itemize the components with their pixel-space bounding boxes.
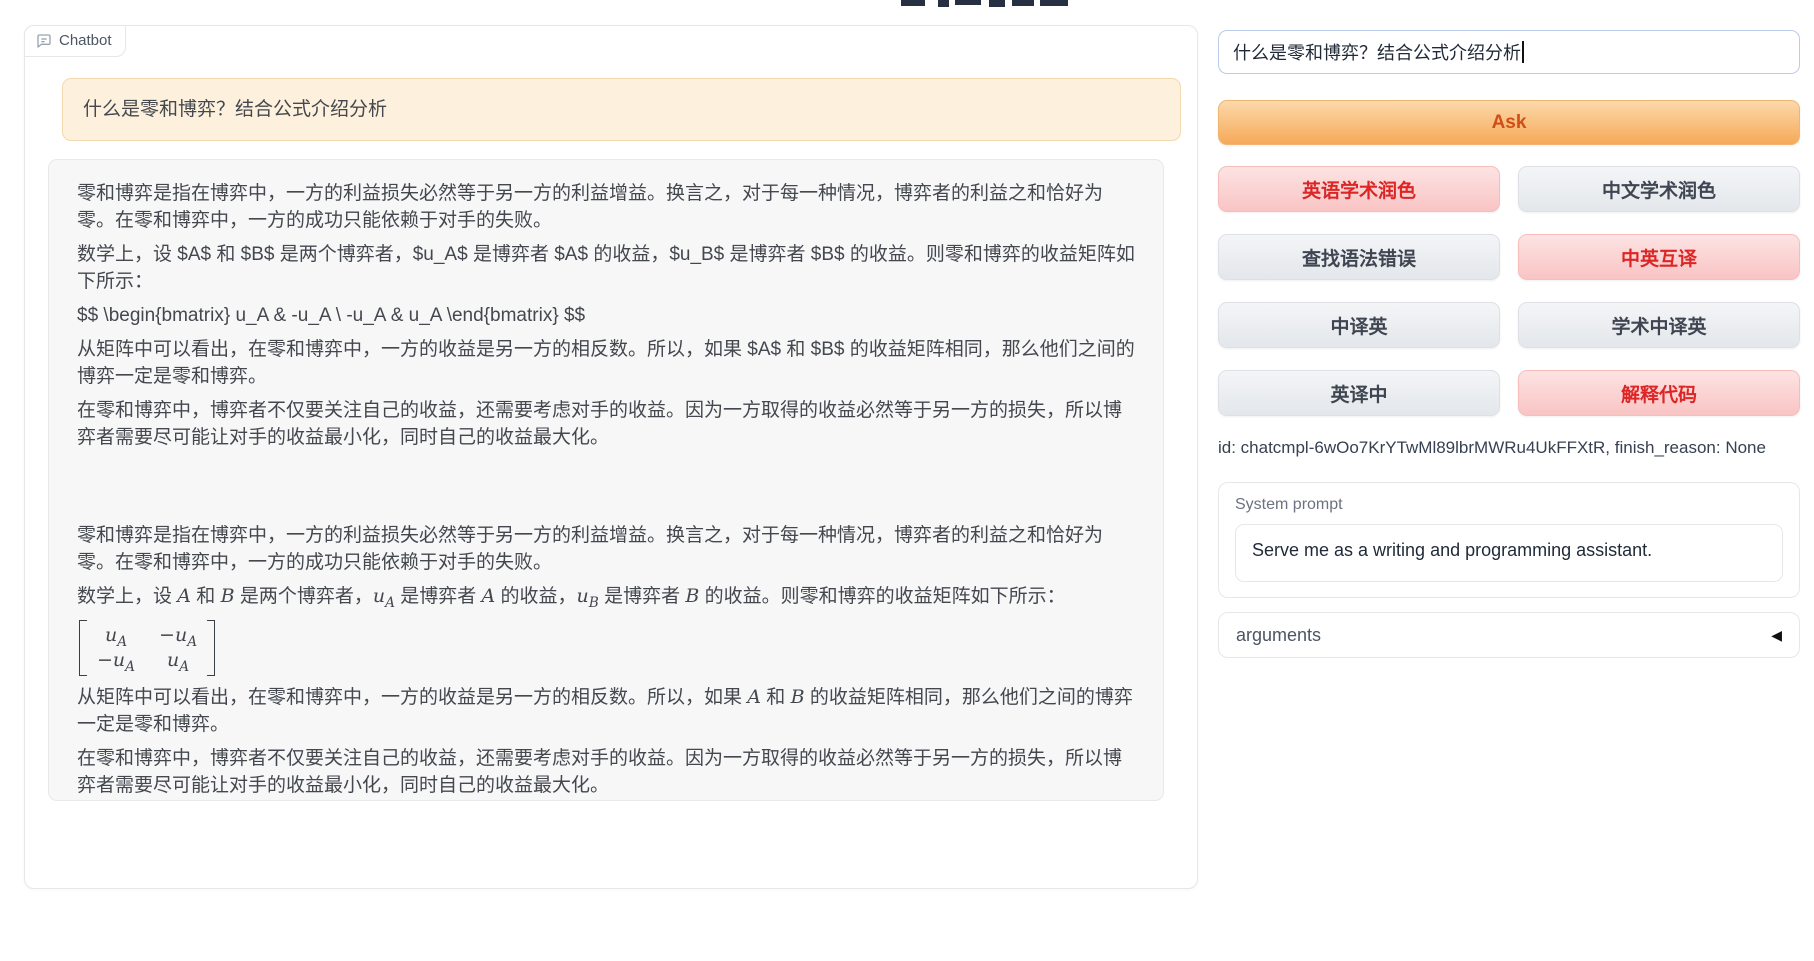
quick-action-explain-code[interactable]: 解释代码 (1518, 370, 1800, 416)
matrix-cell-r1c2: −uA (159, 623, 197, 648)
bot-formula-raw-latex: $$ \begin{bmatrix} u_A & -u_A \ -u_A & u… (77, 302, 1135, 329)
quick-action-zh-to-en[interactable]: 中译英 (1218, 302, 1500, 348)
blank-line-spacer (77, 458, 1135, 522)
response-status-line: id: chatcmpl-6wOo7KrYTwMl89lbrMWRu4UkFFX… (1218, 438, 1800, 458)
matrix-cell-r1c1: uA (97, 623, 135, 648)
system-prompt-card: System prompt Serve me as a writing and … (1218, 482, 1800, 598)
user-message-bubble: 什么是零和博弈？结合公式介绍分析 (62, 78, 1181, 141)
matrix-cell-r2c1: −uA (97, 648, 135, 673)
bot-paragraph-3-raw-latex: 从矩阵中可以看出，在零和博弈中，一方的收益是另一方的相反数。所以，如果 $A$ … (77, 336, 1135, 390)
arguments-accordion-label: arguments (1236, 625, 1321, 646)
matrix-right-bracket (207, 620, 215, 676)
speech-bubble-icon (36, 33, 52, 49)
bot-paragraph-2-raw-latex: 数学上，设 $A$ 和 $B$ 是两个博弈者，$u_A$ 是博弈者 $A$ 的收… (77, 241, 1135, 295)
question-input-value: 什么是零和博弈？结合公式介绍分析 (1233, 39, 1521, 65)
question-input[interactable]: 什么是零和博弈？结合公式介绍分析 (1218, 30, 1800, 74)
bot-paragraph-4: 在零和博弈中，博弈者不仅要关注自己的收益，还需要考虑对手的收益。因为一方取得的收… (77, 397, 1135, 451)
accordion-collapsed-caret-icon: ◀ (1771, 627, 1782, 644)
system-prompt-input[interactable]: Serve me as a writing and programming as… (1235, 524, 1783, 582)
system-prompt-label: System prompt (1235, 496, 1783, 514)
bot-message-bubble: 零和博弈是指在博弈中，一方的利益损失必然等于另一方的利益增益。换言之，对于每一种… (48, 159, 1164, 801)
quick-action-zh-en-mutual-translate[interactable]: 中英互译 (1518, 234, 1800, 280)
rendered-payoff-matrix: uA −uA −uA uA (79, 620, 215, 676)
matrix-left-bracket (79, 620, 87, 676)
bot-paragraph-3-rendered-math: 从矩阵中可以看出，在零和博弈中，一方的收益是另一方的相反数。所以，如果 A 和 … (77, 684, 1135, 738)
quick-action-english-academic-polish[interactable]: 英语学术润色 (1218, 166, 1500, 212)
quick-action-en-to-zh[interactable]: 英译中 (1218, 370, 1500, 416)
user-message-text: 什么是零和博弈？结合公式介绍分析 (83, 99, 387, 120)
chatbot-label-text: Chatbot (59, 32, 112, 49)
bot-paragraph-4-repeat: 在零和博弈中，博弈者不仅要关注自己的收益，还需要考虑对手的收益。因为一方取得的收… (77, 745, 1135, 799)
ask-button[interactable]: Ask (1218, 100, 1800, 145)
quick-action-find-grammar-errors[interactable]: 查找语法错误 (1218, 234, 1500, 280)
system-prompt-value: Serve me as a writing and programming as… (1252, 540, 1652, 560)
text-cursor (1522, 41, 1524, 63)
bot-paragraph-2-rendered-math: 数学上，设 A 和 B 是两个博弈者，uA 是博弈者 A 的收益，uB 是博弈者… (77, 583, 1135, 610)
arguments-accordion[interactable]: arguments ◀ (1218, 612, 1800, 658)
quick-action-academic-zh-to-en[interactable]: 学术中译英 (1518, 302, 1800, 348)
quick-action-chinese-academic-polish[interactable]: 中文学术润色 (1518, 166, 1800, 212)
chatbot-panel: Chatbot 什么是零和博弈？结合公式介绍分析 零和博弈是指在博弈中，一方的利… (24, 25, 1198, 889)
matrix-cell-r2c2: uA (159, 648, 197, 673)
bot-paragraph-1: 零和博弈是指在博弈中，一方的利益损失必然等于另一方的利益增益。换言之，对于每一种… (77, 180, 1135, 234)
bot-paragraph-1-repeat: 零和博弈是指在博弈中，一方的利益损失必然等于另一方的利益增益。换言之，对于每一种… (77, 522, 1135, 576)
chatbot-label: Chatbot (24, 25, 126, 57)
